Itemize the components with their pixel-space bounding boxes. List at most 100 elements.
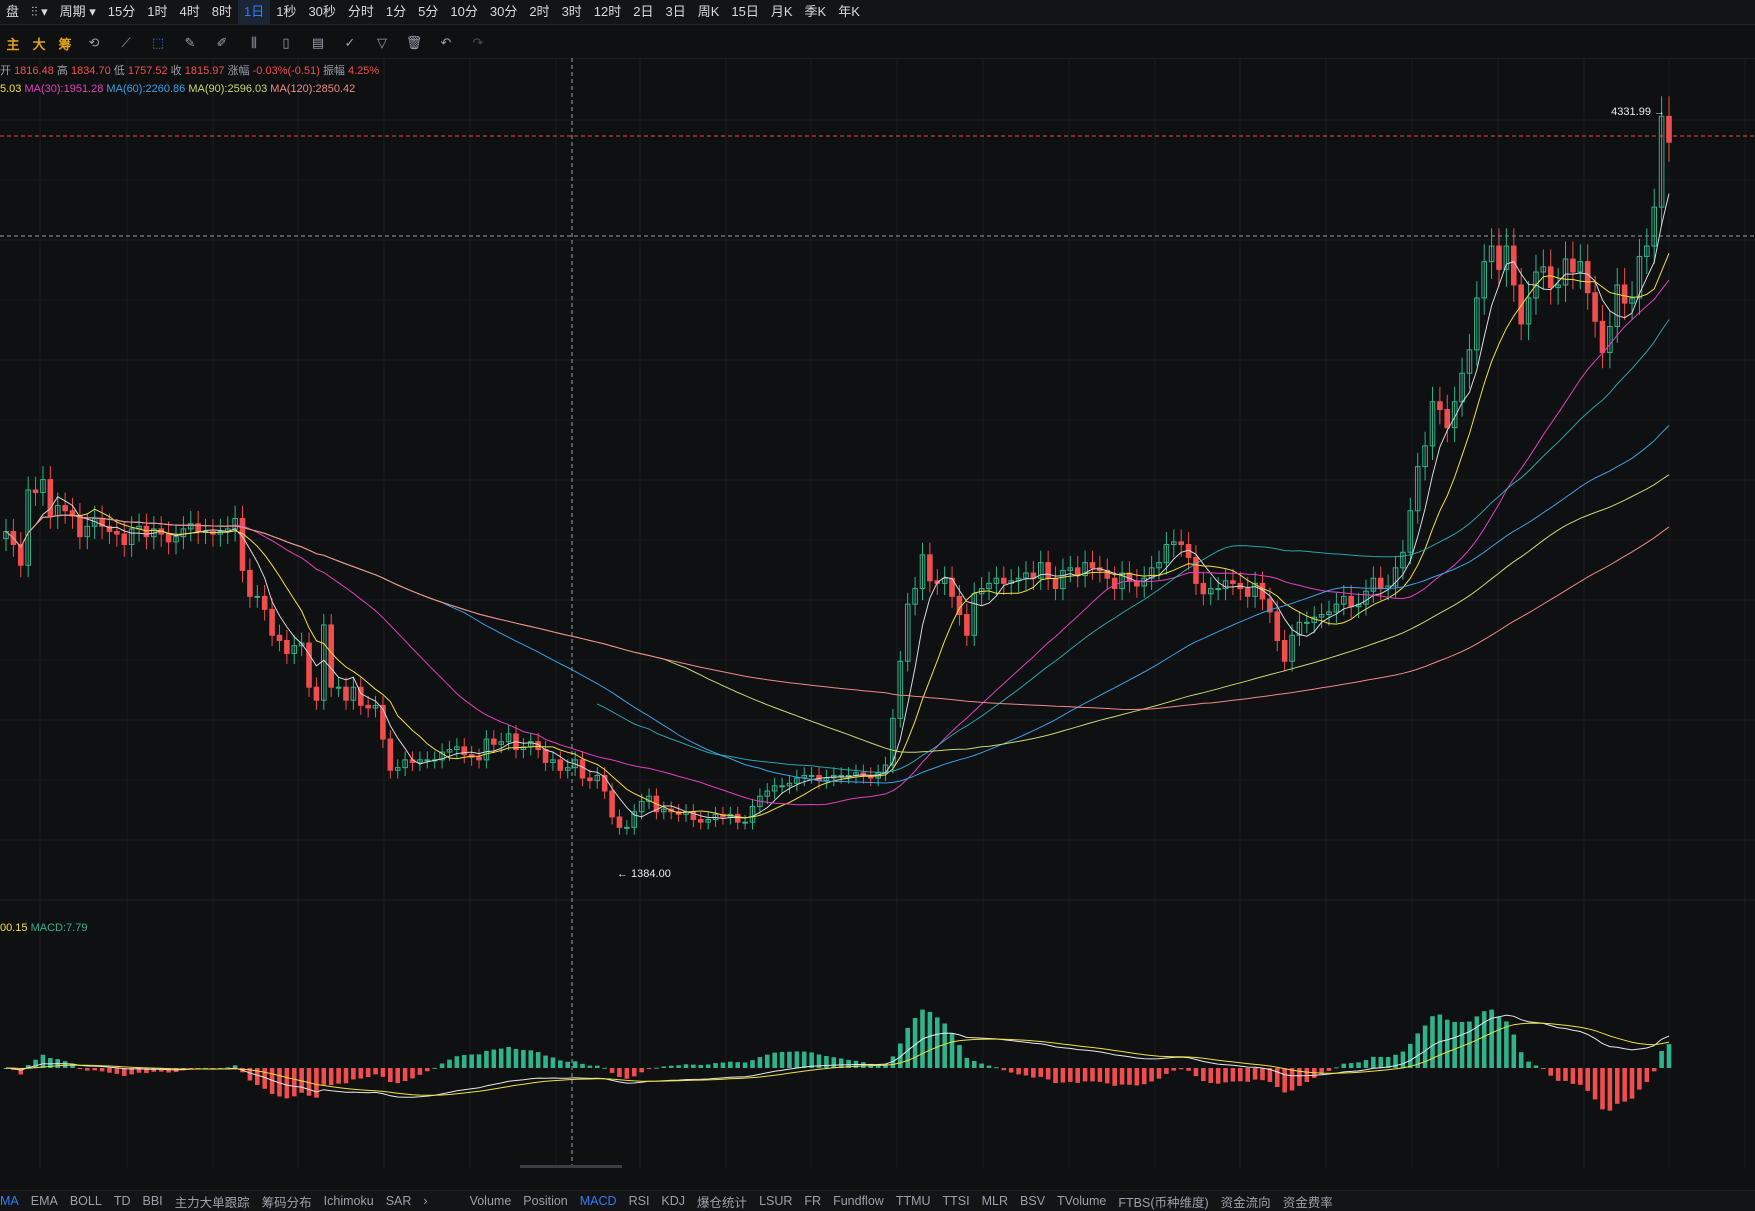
- macd-bar-108: [801, 1051, 807, 1068]
- sub-indicator-7[interactable]: FR: [804, 1194, 833, 1208]
- sub-indicator-3[interactable]: RSI: [629, 1194, 662, 1208]
- large-order-button[interactable]: 大: [26, 28, 52, 58]
- main-indicator-button[interactable]: 主: [0, 28, 26, 58]
- sub-indicator-15[interactable]: 资金流向: [1221, 1192, 1283, 1211]
- timeframe-12[interactable]: 5分: [412, 0, 444, 24]
- timeframe-0[interactable]: 盘: [0, 0, 25, 24]
- candle-body-130: [964, 614, 970, 636]
- clipboard-icon[interactable]: ▯: [270, 28, 302, 58]
- sub-indicator-8[interactable]: Fundflow: [833, 1194, 896, 1208]
- macd-bar-165: [1223, 1068, 1228, 1083]
- timeframe-23[interactable]: 季K: [799, 0, 833, 24]
- timeframe-16[interactable]: 3时: [556, 0, 588, 24]
- magic-icon[interactable]: ✓: [334, 28, 366, 58]
- timeframe-15[interactable]: 2时: [523, 0, 555, 24]
- trendline-icon[interactable]: ⟋: [110, 28, 142, 58]
- timeframe-13[interactable]: 10分: [444, 0, 483, 24]
- candles: [3, 96, 1672, 835]
- timeframe-1[interactable]: ⫶⫶ ▾: [25, 0, 54, 24]
- timeframe-2[interactable]: 周期 ▾: [54, 0, 102, 24]
- timeframe-4[interactable]: 1时: [141, 0, 173, 24]
- candle-body-168: [1244, 588, 1251, 597]
- macd-bar-156: [1156, 1068, 1162, 1079]
- candle-body-75: [557, 759, 564, 771]
- selection-icon[interactable]: ⬚: [142, 28, 174, 58]
- timeframe-8[interactable]: 1秒: [270, 0, 302, 24]
- brush-icon[interactable]: ✐: [206, 28, 238, 58]
- macd-bar-140: [1038, 1068, 1044, 1077]
- timeframe-17[interactable]: 12时: [588, 0, 627, 24]
- macd-bar-202: [1496, 1016, 1502, 1068]
- candle-body-176: [1304, 621, 1310, 624]
- note-icon[interactable]: ▤: [302, 28, 334, 58]
- overlay-indicator-2[interactable]: BOLL: [70, 1194, 114, 1208]
- timeframe-6[interactable]: 8时: [206, 0, 238, 24]
- undo-icon[interactable]: ↶: [430, 28, 462, 58]
- macd-bar-185: [1371, 1056, 1376, 1068]
- macd-bar-73: [543, 1055, 548, 1068]
- sub-indicator-13[interactable]: TVolume: [1057, 1194, 1118, 1208]
- macd-bar-180: [1334, 1067, 1339, 1069]
- macd-bar-103: [764, 1054, 770, 1068]
- candle-body-41: [306, 642, 312, 688]
- alert-icon[interactable]: ⟲: [78, 28, 110, 58]
- timeframe-3[interactable]: 15分: [102, 0, 141, 24]
- timeframe-11[interactable]: 1分: [380, 0, 412, 24]
- sub-indicator-2[interactable]: MACD: [580, 1194, 629, 1208]
- sub-indicator-14[interactable]: FTBS(币种维度): [1118, 1192, 1220, 1211]
- macd-bar-4: [33, 1059, 38, 1068]
- candle-pattern-icon[interactable]: ⫼: [238, 28, 270, 58]
- trash-icon[interactable]: 🗑: [398, 28, 430, 58]
- overlay-indicator-3[interactable]: TD: [114, 1194, 143, 1208]
- macd-bar-78: [580, 1063, 585, 1068]
- sub-indicator-5[interactable]: 爆仓统计: [697, 1192, 759, 1211]
- timeframe-20[interactable]: 周K: [692, 0, 726, 24]
- timeframe-22[interactable]: 月K: [765, 0, 799, 24]
- sub-indicator-9[interactable]: TTMU: [896, 1194, 943, 1208]
- timeframe-18[interactable]: 2日: [627, 0, 659, 24]
- sub-indicator-16[interactable]: 资金费率: [1283, 1192, 1345, 1211]
- date-label-10: 5月12: [881, 1167, 913, 1168]
- timeframe-19[interactable]: 3日: [660, 0, 692, 24]
- overlay-indicator-9[interactable]: ›: [423, 1194, 439, 1208]
- sub-indicator-4[interactable]: KDJ: [661, 1194, 697, 1208]
- candle-body-8: [62, 505, 68, 512]
- overlay-indicator-6[interactable]: 筹码分布: [262, 1192, 324, 1211]
- macd-bar-135: [1001, 1068, 1007, 1071]
- filter-icon[interactable]: ▽: [366, 28, 398, 58]
- macd-bar-193: [1430, 1016, 1435, 1068]
- low-price-label: ← 1384.00: [617, 868, 671, 880]
- redo-icon[interactable]: ↷: [462, 28, 494, 58]
- overlay-indicator-7[interactable]: Ichimoku: [324, 1194, 386, 1208]
- overlay-indicator-5[interactable]: 主力大单跟踪: [175, 1192, 262, 1211]
- macd-bar-66: [491, 1049, 497, 1068]
- sub-indicator-10[interactable]: TTSI: [943, 1194, 982, 1208]
- timeframe-24[interactable]: 年K: [832, 0, 866, 24]
- macd-bar-216: [1600, 1068, 1605, 1110]
- timeframe-7[interactable]: 1日: [237, 0, 271, 24]
- candle-body-209: [1547, 266, 1554, 289]
- overlay-indicator-1[interactable]: EMA: [31, 1194, 70, 1208]
- chips-button[interactable]: 筹: [52, 28, 78, 58]
- timeframe-9[interactable]: 30秒: [302, 0, 341, 24]
- candle-body-73: [542, 748, 549, 763]
- sub-indicator-1[interactable]: Position: [523, 1194, 579, 1208]
- sub-indicator-11[interactable]: MLR: [982, 1194, 1020, 1208]
- overlay-indicator-4[interactable]: BBI: [142, 1194, 174, 1208]
- macd-bar-151: [1119, 1068, 1125, 1085]
- macd-bar-222: [1644, 1068, 1650, 1083]
- timeframe-5[interactable]: 4时: [174, 0, 206, 24]
- overlay-indicator-0[interactable]: MA: [0, 1194, 31, 1208]
- macd-bar-96: [713, 1063, 718, 1068]
- timeframe-10[interactable]: 分时: [342, 0, 380, 24]
- candle-body-145: [1074, 567, 1081, 577]
- timeframe-14[interactable]: 30分: [484, 0, 523, 24]
- timeframe-21[interactable]: 15日: [725, 0, 764, 24]
- sub-indicator-6[interactable]: LSUR: [759, 1194, 804, 1208]
- sub-indicator-0[interactable]: Volume: [470, 1194, 524, 1208]
- pencil-icon[interactable]: ✎: [174, 28, 206, 58]
- sub-indicator-12[interactable]: BSV: [1020, 1194, 1057, 1208]
- price-chart[interactable]: 4331.99 → ← 1384.00 开 1816.48 高 1834.70 低 …: [0, 58, 1755, 1168]
- overlay-indicator-8[interactable]: SAR: [386, 1194, 424, 1208]
- macd-bar-111: [824, 1056, 829, 1068]
